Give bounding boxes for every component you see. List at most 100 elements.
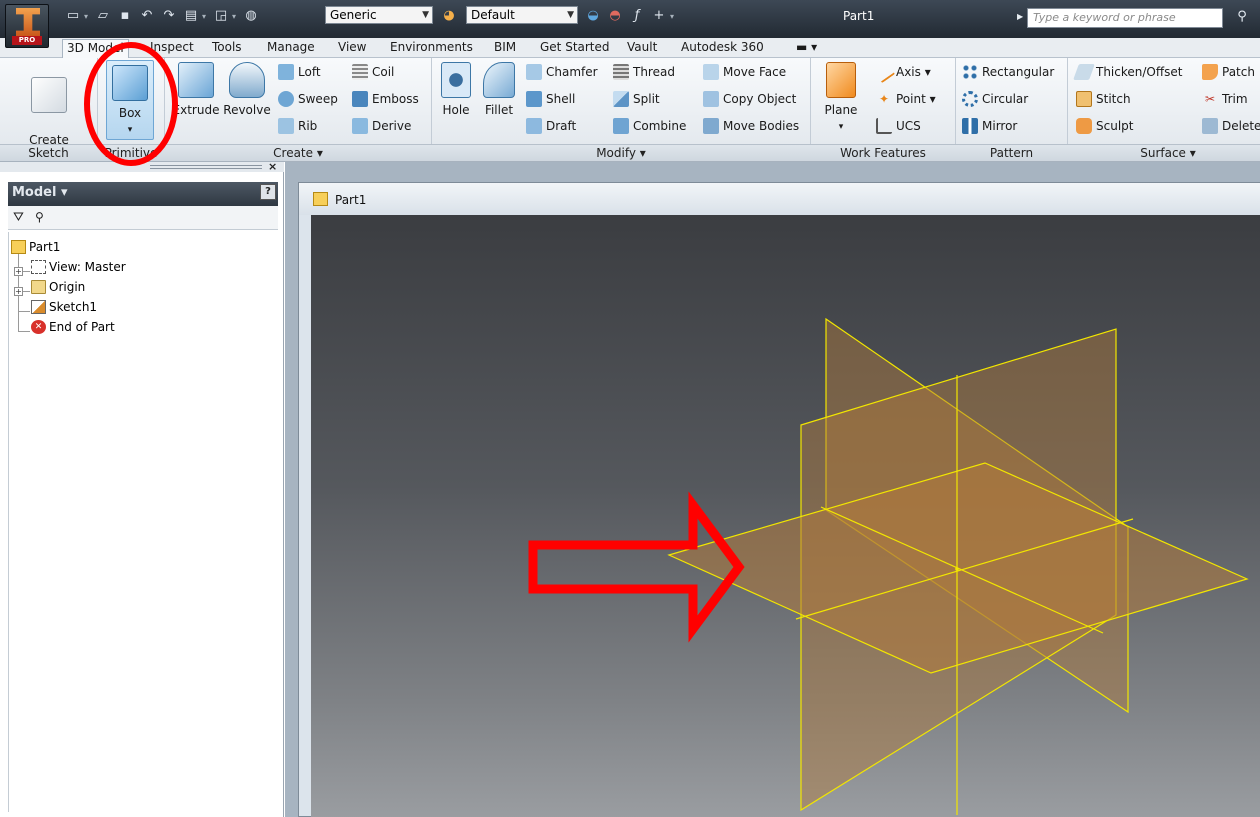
ucs-button[interactable]: UCS [876, 118, 921, 134]
shell-button[interactable]: Shell [526, 91, 575, 107]
ucs-label: UCS [896, 119, 921, 133]
expand-icon[interactable]: + [14, 287, 23, 296]
loft-button[interactable]: Loft [278, 64, 321, 80]
tab-view[interactable]: View [334, 39, 370, 58]
close-icon[interactable]: × [268, 160, 277, 173]
thicken-offset-button[interactable]: Thicken/Offset [1073, 64, 1183, 80]
emboss-button[interactable]: Emboss [352, 91, 419, 107]
tree-item-sketch1[interactable]: Sketch1 [31, 298, 97, 316]
tree-item-part1[interactable]: Part1 [11, 238, 60, 256]
tab-inspect[interactable]: Inspect [146, 39, 198, 58]
shell-label: Shell [546, 92, 576, 106]
tab-tools[interactable]: Tools [208, 39, 246, 58]
help-icon[interactable]: ? [260, 184, 276, 200]
view-rep-icon [31, 260, 46, 274]
coil-button[interactable]: Coil [352, 64, 394, 80]
return-icon[interactable]: ◲ [213, 8, 229, 24]
application-menu-button[interactable]: PRO [5, 4, 49, 48]
thicken-offset-label: Thicken/Offset [1096, 65, 1183, 79]
plane-button[interactable]: Plane ▾ [818, 62, 864, 135]
draft-icon [526, 118, 542, 134]
mirror-button[interactable]: Mirror [962, 118, 1017, 134]
tab-3d-model[interactable]: 3D Model [62, 39, 129, 58]
thread-button[interactable]: Thread [613, 64, 675, 80]
appearance-select[interactable]: Default ▼ [466, 6, 578, 24]
patch-button[interactable]: Patch [1202, 64, 1255, 80]
panel-label-surface[interactable]: Surface ▾ [1068, 146, 1260, 160]
tree-item-origin[interactable]: Origin [31, 278, 85, 296]
adjust-icon[interactable]: ◒ [585, 8, 601, 24]
tree-item-label: Origin [49, 280, 86, 294]
stitch-label: Stitch [1096, 92, 1131, 106]
tab-get-started[interactable]: Get Started [536, 39, 614, 58]
material-select[interactable]: Generic ▼ [325, 6, 433, 24]
binoculars-icon[interactable]: ⚲ [1232, 9, 1252, 27]
find-binoculars-icon[interactable]: ⚲ [35, 210, 44, 224]
tab-environments[interactable]: Environments [386, 39, 477, 58]
ucs-icon [876, 118, 892, 134]
filter-icon[interactable]: ⛛ [13, 210, 24, 225]
delete-button[interactable]: Delete [1202, 118, 1260, 134]
graphics-viewport[interactable] [311, 215, 1260, 817]
panel-label-sketch: Sketch [28, 146, 69, 160]
redo-icon[interactable]: ↷ [161, 8, 177, 24]
panel-label-modify[interactable]: Modify ▾ [432, 146, 810, 160]
material-value: Generic [330, 8, 377, 22]
circular-pattern-button[interactable]: Circular [962, 91, 1028, 107]
new-file-icon[interactable]: ▭ [65, 8, 81, 24]
model-browser: × Model ▾ ? ⛛ ⚲ Part1 + View: Master + O… [0, 160, 284, 817]
sculpt-button[interactable]: Sculpt [1076, 118, 1133, 134]
parameters-fx-icon[interactable]: ƒ [629, 8, 645, 24]
derive-button[interactable]: Derive [352, 118, 411, 134]
tab-bim[interactable]: BIM [490, 39, 520, 58]
draft-button[interactable]: Draft [526, 118, 576, 134]
undo-icon[interactable]: ↶ [139, 8, 155, 24]
clear-override-icon[interactable]: ◓ [607, 8, 623, 24]
search-input[interactable]: Type a keyword or phrase [1027, 8, 1223, 28]
extrude-button[interactable]: Extrude [168, 62, 224, 118]
derive-label: Derive [372, 119, 412, 133]
print-icon[interactable]: ▤ [183, 8, 199, 24]
tree-line [18, 331, 30, 332]
tree-item-view-master[interactable]: View: Master [31, 258, 126, 276]
tree-item-end-of-part[interactable]: ✕ End of Part [31, 318, 115, 336]
split-button[interactable]: Split [613, 91, 660, 107]
sweep-button[interactable]: Sweep [278, 91, 338, 107]
tab-vault[interactable]: Vault [623, 39, 661, 58]
save-icon[interactable]: ▪ [117, 8, 133, 24]
copy-object-button[interactable]: Copy Object [703, 91, 796, 107]
axis-button[interactable]: Axis ▾ [872, 60, 931, 84]
tab-manage[interactable]: Manage [263, 39, 319, 58]
axis-icon [872, 60, 896, 84]
panel-label-create[interactable]: Create ▾ [165, 146, 431, 160]
browser-title-dropdown[interactable]: Model ▾ [12, 185, 68, 200]
stitch-button[interactable]: Stitch [1076, 91, 1131, 107]
revolve-button[interactable]: Revolve [222, 62, 272, 118]
rectangular-pattern-button[interactable]: Rectangular [962, 64, 1054, 80]
ribbon-tabs: 3D Model Inspect Tools Manage View Envir… [0, 38, 1260, 58]
plus-icon[interactable]: + [651, 8, 667, 24]
origin-point[interactable] [955, 567, 959, 571]
chamfer-button[interactable]: Chamfer [526, 64, 598, 80]
hole-button[interactable]: Hole [437, 62, 475, 118]
tab-autodesk-360[interactable]: Autodesk 360 [677, 39, 768, 58]
move-face-button[interactable]: Move Face [703, 64, 786, 80]
project-icon[interactable]: ◍ [243, 8, 259, 24]
copy-object-icon [703, 91, 719, 107]
browser-drag-handle[interactable] [0, 162, 284, 172]
split-label: Split [633, 92, 660, 106]
rib-button[interactable]: Rib [278, 118, 317, 134]
expand-icon[interactable]: + [14, 267, 23, 276]
search-expand-icon[interactable]: ▶ [1017, 12, 1023, 21]
panel-label-primitive: Primitive [104, 146, 158, 160]
trim-button[interactable]: ✂ Trim [1202, 91, 1248, 107]
fillet-button[interactable]: Fillet [479, 62, 519, 118]
document-tab[interactable]: Part1 [299, 183, 1260, 215]
point-button[interactable]: ✦ Point ▾ [876, 91, 936, 107]
open-file-icon[interactable]: ▱ [95, 8, 111, 24]
tab-overflow-icon[interactable]: ▬ ▾ [792, 39, 821, 58]
customize-icon[interactable]: ▾ [670, 12, 678, 21]
combine-button[interactable]: Combine [613, 118, 686, 134]
move-bodies-button[interactable]: Move Bodies [703, 118, 799, 134]
box-button[interactable]: Box ▾ [106, 60, 154, 140]
